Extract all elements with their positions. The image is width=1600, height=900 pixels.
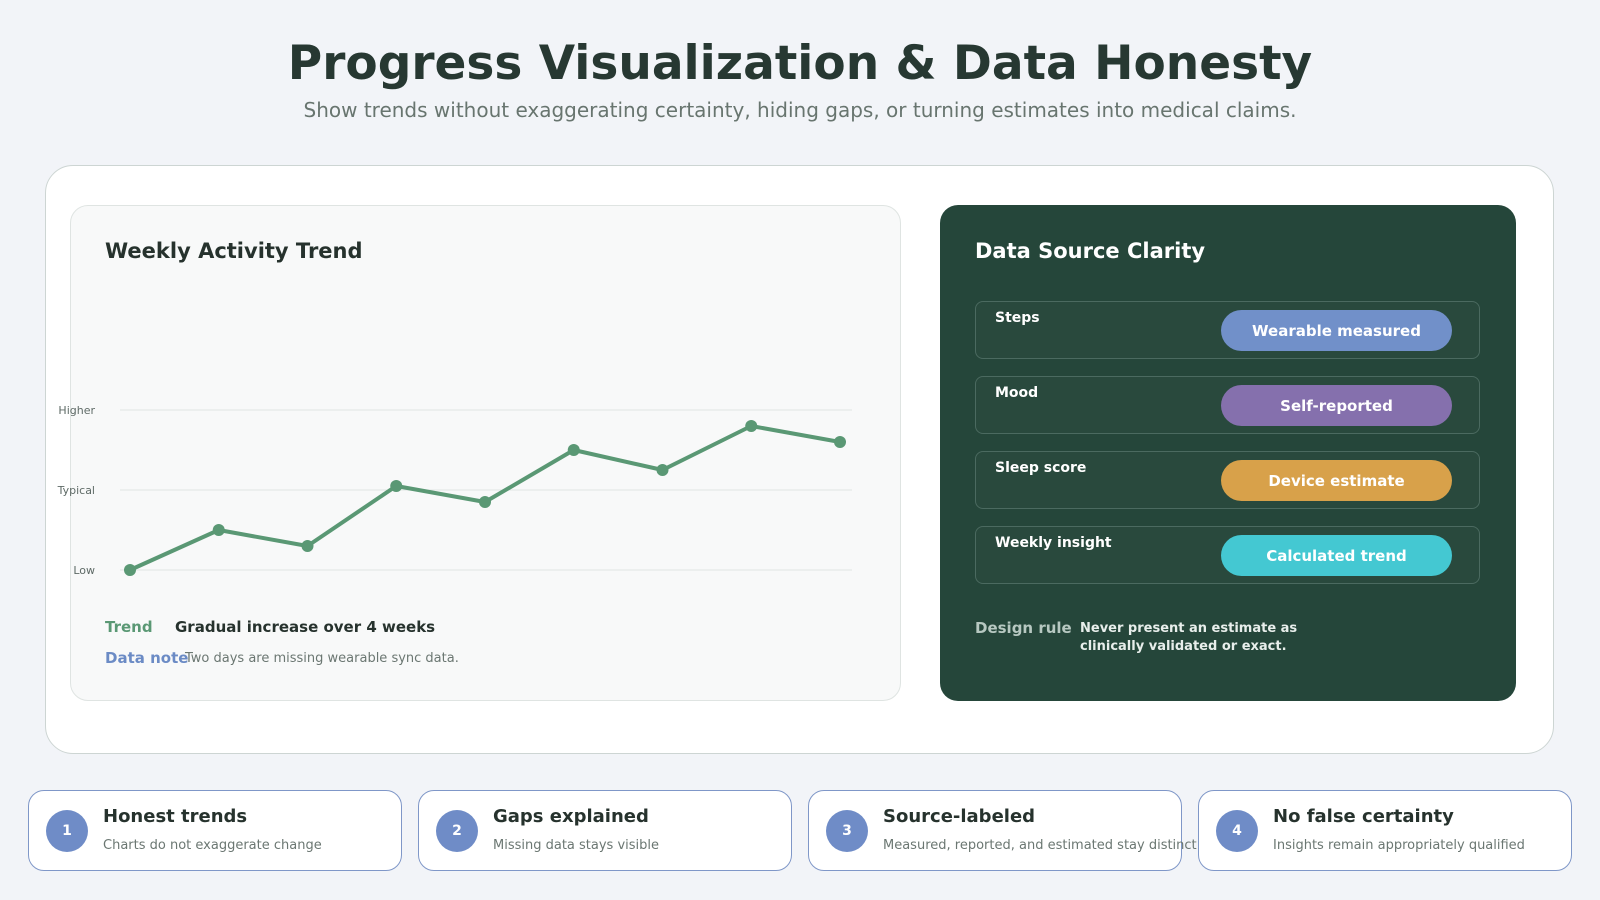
principle-description: Charts do not exaggerate change bbox=[103, 838, 322, 853]
principle-title: Gaps explained bbox=[493, 806, 649, 827]
principle-card-source-labeled: 3 Source-labeled Measured, reported, and… bbox=[808, 790, 1197, 871]
source-label: Sleep score bbox=[995, 460, 1087, 476]
source-label: Weekly insight bbox=[995, 535, 1112, 551]
principle-card-gaps-explained: 2 Gaps explained Missing data stays visi… bbox=[418, 790, 792, 871]
principle-title: Source-labeled bbox=[883, 806, 1036, 827]
data-point bbox=[834, 436, 846, 448]
step-number-badge: 4 bbox=[1216, 810, 1258, 852]
data-source-title: Data Source Clarity bbox=[975, 239, 1206, 263]
design-rule-key: Design rule bbox=[975, 619, 1072, 637]
principle-description: Measured, reported, and estimated stay d… bbox=[883, 838, 1197, 853]
y-tick-label: Typical bbox=[57, 484, 95, 497]
source-label: Mood bbox=[995, 385, 1039, 401]
data-point bbox=[567, 444, 580, 456]
trend-legend-key: Trend bbox=[105, 618, 153, 636]
data-point bbox=[124, 564, 136, 576]
source-row-weekly-insight: Weekly insight Calculated trend bbox=[975, 526, 1480, 584]
source-badge-wearable-measured: Wearable measured bbox=[1221, 310, 1452, 351]
source-badge-self-reported: Self-reported bbox=[1221, 385, 1452, 426]
source-row-sleep-score: Sleep score Device estimate bbox=[975, 451, 1480, 509]
y-tick-label: Low bbox=[73, 564, 95, 577]
design-rule-text: Never present an estimate as clinically … bbox=[1080, 621, 1298, 654]
source-badge-device-estimate: Device estimate bbox=[1221, 460, 1452, 501]
data-point bbox=[212, 524, 225, 536]
step-number-badge: 3 bbox=[826, 810, 868, 852]
principle-card-no-false-certainty: 4 No false certainty Insights remain app… bbox=[1198, 790, 1572, 871]
y-tick-label: Higher bbox=[58, 404, 95, 417]
principle-card-honest-trends: 1 Honest trends Charts do not exaggerate… bbox=[28, 790, 402, 871]
data-note-key: Data note bbox=[105, 649, 189, 667]
step-number-badge: 2 bbox=[436, 810, 478, 852]
principle-title: Honest trends bbox=[103, 806, 248, 827]
source-label: Steps bbox=[995, 310, 1040, 326]
data-point bbox=[390, 480, 403, 492]
source-badge-calculated-trend: Calculated trend bbox=[1221, 535, 1452, 576]
principle-title: No false certainty bbox=[1273, 806, 1454, 827]
principle-description: Insights remain appropriately qualified bbox=[1273, 838, 1525, 853]
step-number-badge: 1 bbox=[46, 810, 88, 852]
data-point bbox=[301, 540, 314, 552]
data-point bbox=[745, 420, 758, 432]
data-point bbox=[656, 464, 669, 476]
source-row-mood: Mood Self-reported bbox=[975, 376, 1480, 434]
data-note-text: Two days are missing wearable sync data. bbox=[185, 651, 459, 666]
trend-legend-text: Gradual increase over 4 weeks bbox=[175, 618, 436, 636]
source-row-steps: Steps Wearable measured bbox=[975, 301, 1480, 359]
principle-description: Missing data stays visible bbox=[493, 838, 660, 853]
data-point bbox=[479, 496, 491, 508]
